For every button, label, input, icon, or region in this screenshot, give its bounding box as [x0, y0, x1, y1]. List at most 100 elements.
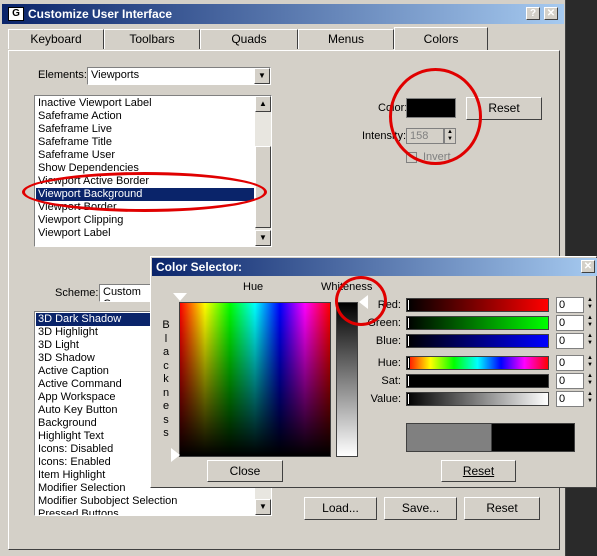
list-item[interactable]: Safeframe User [36, 149, 254, 162]
slider-knob[interactable] [407, 335, 410, 347]
close-button[interactable]: ✕ [544, 7, 558, 20]
slider-knob[interactable] [407, 317, 410, 329]
elements-dropdown[interactable]: Viewports ▼ [87, 67, 271, 85]
slider-row: Green: 0 ▲ ▼ [351, 315, 597, 331]
intensity-spinner[interactable]: 158 [406, 128, 444, 144]
scheme-label: Scheme: [55, 287, 99, 299]
list-item[interactable]: Viewport Background [36, 188, 254, 201]
viewport-list-scrollbar[interactable]: ▲ ▼ [255, 96, 271, 246]
blackness-letter: c [163, 359, 169, 372]
spin-arrows-icon[interactable]: ▲ ▼ [585, 315, 595, 331]
slider-label: Sat: [381, 375, 401, 387]
list-item[interactable]: Viewport Label [36, 227, 254, 240]
spin-arrows-icon[interactable]: ▲ ▼ [585, 355, 595, 371]
list-item[interactable]: Viewport Clipping [36, 214, 254, 227]
color-slider-bar[interactable] [406, 374, 549, 388]
blackness-letter: n [162, 386, 170, 399]
list-item[interactable]: Modifier Subobject Selection [36, 495, 254, 508]
tab-toolbars[interactable]: Toolbars [104, 29, 200, 49]
list-item[interactable]: Safeframe Live [36, 123, 254, 136]
scroll-thumb[interactable] [255, 146, 271, 228]
hue-blackness-square[interactable] [179, 302, 331, 457]
spin-arrows-icon[interactable]: ▲ ▼ [585, 297, 595, 313]
color-reset-button[interactable]: Reset [466, 97, 542, 120]
blackness-letter: a [162, 346, 170, 358]
selector-close-button[interactable]: Close [207, 460, 283, 482]
slider-row: Value: 0 ▲ ▼ [351, 391, 597, 407]
spin-arrows-icon[interactable]: ▲ ▼ [585, 333, 595, 349]
viewport-list-items: Inactive Viewport Label Safeframe Action S… [36, 97, 254, 240]
tab-colors[interactable]: Colors [394, 27, 488, 51]
list-item[interactable]: Safeframe Title [36, 136, 254, 149]
color-slider-bar[interactable] [406, 392, 549, 406]
window-titlebar: G Customize User Interface ? ✕ [2, 4, 564, 24]
chevron-down-icon[interactable]: ▼ [254, 68, 270, 84]
list-item[interactable]: Inactive Viewport Label [36, 97, 254, 110]
slider-value-input[interactable]: 0 [556, 315, 584, 331]
slider-row: Red: 0 ▲ ▼ [351, 297, 597, 313]
invert-checkbox[interactable] [406, 152, 417, 163]
intensity-value: 158 [410, 130, 429, 142]
slider-knob[interactable] [407, 393, 410, 405]
color-swatch[interactable] [406, 98, 456, 118]
color-slider-bar[interactable] [406, 356, 549, 370]
slider-value-input[interactable]: 0 [556, 333, 584, 349]
color-selector-dialog: Color Selector: ✕ Hue Whiteness Blacknes… [150, 256, 597, 488]
slider-value-input[interactable]: 0 [556, 373, 584, 389]
hue-label: Hue [243, 281, 264, 293]
whiteness-label: Whiteness [321, 281, 373, 293]
scroll-down-icon[interactable]: ▼ [255, 230, 271, 246]
blackness-letter: l [164, 332, 168, 345]
tab-menus[interactable]: Menus [298, 29, 394, 49]
slider-row: Hue: 0 ▲ ▼ [351, 355, 597, 371]
slider-value-input[interactable]: 0 [556, 297, 584, 313]
slider-label: Hue: [377, 357, 401, 369]
intensity-label: Intensity: [362, 130, 407, 142]
list-item[interactable]: Pressed Buttons [36, 508, 254, 515]
selector-titlebar: Color Selector: ✕ [152, 258, 597, 276]
slider-row: Blue: 0 ▲ ▼ [351, 333, 597, 349]
color-preview-old [406, 423, 492, 452]
elements-label: Elements: [38, 69, 87, 81]
blackness-letter: B [162, 319, 170, 331]
tab-keyboard[interactable]: Keyboard [8, 29, 104, 49]
help-button[interactable]: ? [526, 7, 540, 20]
color-slider-bar[interactable] [406, 316, 549, 330]
slider-value-input[interactable]: 0 [556, 355, 584, 371]
selector-title: Color Selector: [156, 260, 243, 274]
color-slider-bar[interactable] [406, 298, 549, 312]
scroll-down-icon[interactable]: ▼ [255, 499, 271, 515]
spin-arrows-icon[interactable]: ▲ ▼ [585, 373, 595, 389]
list-item[interactable]: Viewport Active Border [36, 175, 254, 188]
blackness-letter: s [163, 427, 169, 439]
tab-quads[interactable]: Quads [200, 29, 298, 49]
app-icon: G [8, 7, 24, 21]
slider-label: Green: [367, 317, 401, 329]
color-slider-bar[interactable] [406, 334, 549, 348]
viewport-list[interactable]: Inactive Viewport Label Safeframe Action S… [34, 95, 272, 247]
selector-reset-button[interactable]: Reset [441, 460, 516, 482]
reset-button[interactable]: Reset [464, 497, 540, 520]
load-button[interactable]: Load... [304, 497, 377, 520]
elements-value: Viewports [91, 69, 140, 81]
slider-label: Blue: [375, 335, 401, 347]
slider-knob[interactable] [407, 357, 410, 369]
slider-label: Red: [377, 299, 401, 311]
selector-close-icon[interactable]: ✕ [581, 260, 595, 273]
scroll-up-icon[interactable]: ▲ [255, 96, 271, 112]
list-item[interactable]: Safeframe Action [36, 110, 254, 123]
blackness-letter: e [162, 400, 170, 412]
spin-arrows-icon[interactable]: ▲ ▼ [585, 391, 595, 407]
intensity-spin-arrows[interactable]: ▲ ▼ [444, 128, 456, 144]
slider-value-input[interactable]: 0 [556, 391, 584, 407]
slider-label: Value: [370, 393, 401, 405]
list-item[interactable]: Show Dependencies [36, 162, 254, 175]
list-item[interactable]: Viewport Border [36, 201, 254, 214]
blackness-marker-icon[interactable] [171, 448, 180, 462]
color-label: Color: [378, 102, 408, 114]
save-button[interactable]: Save... [384, 497, 457, 520]
slider-knob[interactable] [407, 375, 410, 387]
hue-marker-icon[interactable] [173, 293, 187, 301]
window-title: Customize User Interface [28, 7, 173, 21]
slider-knob[interactable] [407, 299, 410, 311]
